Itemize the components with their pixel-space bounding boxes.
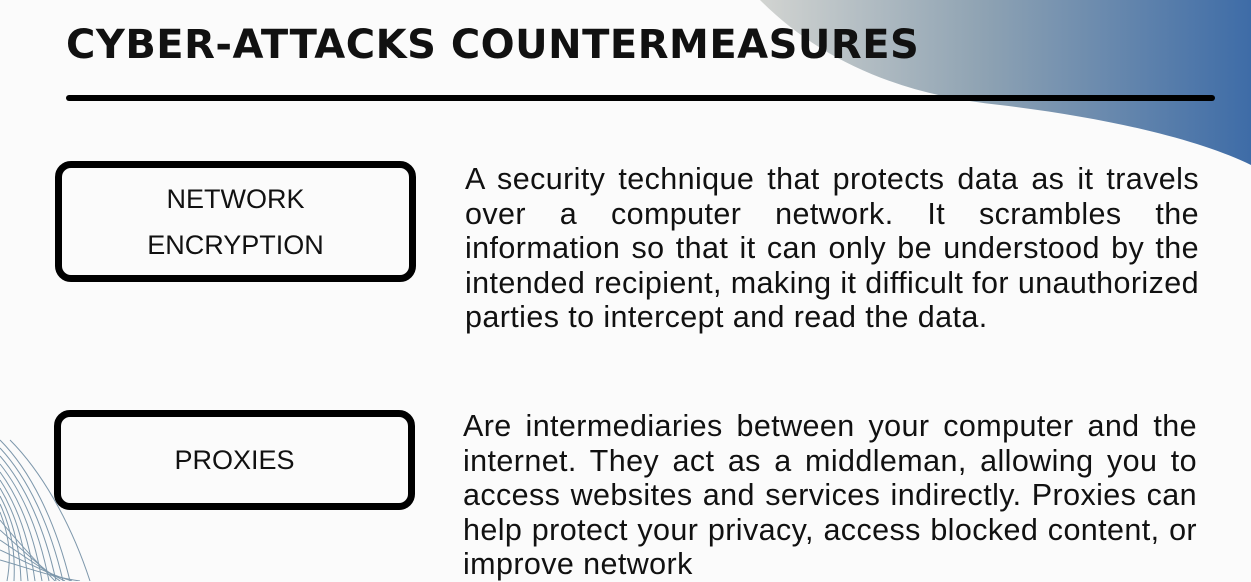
term-box-network-encryption: NETWORK ENCRYPTION xyxy=(55,161,416,282)
title-divider xyxy=(66,95,1215,101)
term-label: PROXIES xyxy=(174,445,295,475)
term-label: NETWORK ENCRYPTION xyxy=(147,183,324,260)
term-box-proxies: PROXIES xyxy=(54,410,415,510)
description-proxies: Are intermediaries between your computer… xyxy=(463,409,1197,581)
description-network-encryption: A security technique that protects data … xyxy=(465,162,1199,334)
page-title: CYBER-ATTACKS COUNTERMEASURES xyxy=(66,22,920,68)
